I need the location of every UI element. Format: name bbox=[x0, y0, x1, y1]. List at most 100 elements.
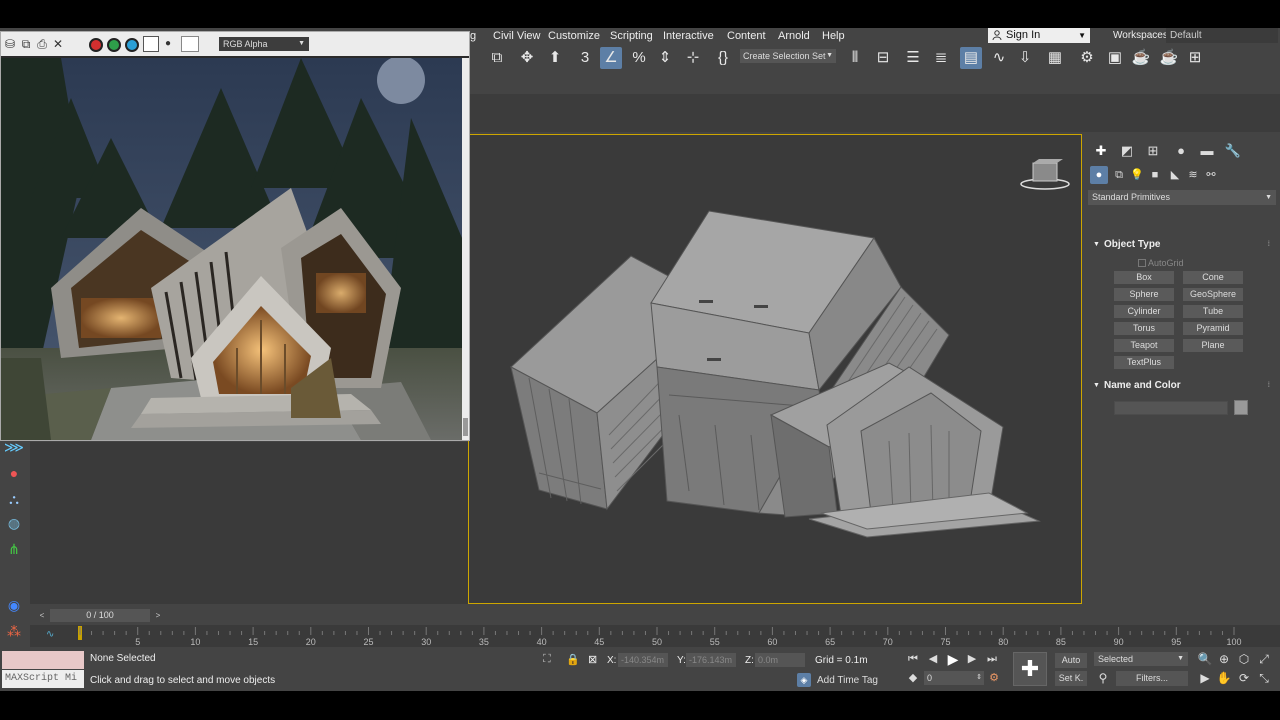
display-tab-icon[interactable]: ▬ bbox=[1196, 142, 1218, 160]
set-key-button[interactable]: Set K. bbox=[1055, 671, 1087, 686]
render-production-icon[interactable]: ☕ bbox=[1130, 47, 1152, 69]
x-coordinate-field[interactable]: -140.354m bbox=[618, 653, 668, 667]
cylinder-button[interactable]: Cylinder bbox=[1114, 305, 1174, 318]
z-coordinate-field[interactable]: 0.0m bbox=[755, 653, 805, 667]
go-to-start-icon[interactable]: ⏮ bbox=[905, 651, 921, 667]
next-frame-icon[interactable]: > bbox=[152, 609, 164, 622]
tube-button[interactable]: Tube bbox=[1183, 305, 1243, 318]
layer-explorer-icon[interactable]: ≣ bbox=[930, 47, 952, 69]
material-ball-icon[interactable]: ● bbox=[3, 462, 25, 484]
render-setup-icon[interactable]: ⚙ bbox=[1076, 47, 1098, 69]
spinner-snap-icon[interactable]: ⇕ bbox=[654, 47, 676, 69]
perspective-viewport[interactable] bbox=[468, 134, 1082, 604]
blue-channel-icon[interactable] bbox=[125, 38, 139, 52]
filters-button[interactable]: Filters... bbox=[1116, 671, 1188, 686]
utilities-tab-icon[interactable]: 🔧 bbox=[1222, 142, 1244, 160]
viewcube-icon[interactable] bbox=[1020, 159, 1070, 190]
sphere-button[interactable]: Sphere bbox=[1114, 288, 1174, 301]
close-icon[interactable]: ✕ bbox=[51, 37, 65, 51]
isolate-selection-icon[interactable]: ⛶ bbox=[543, 653, 551, 666]
key-filter-selection-dropdown[interactable]: Selected ▼ bbox=[1094, 652, 1188, 666]
time-slider-thumb[interactable]: 0 / 100 bbox=[50, 609, 150, 622]
monochrome-icon[interactable]: ● bbox=[161, 37, 175, 51]
cone-button[interactable]: Cone bbox=[1183, 271, 1243, 284]
hierarchy-tab-icon[interactable]: ⊞ bbox=[1142, 142, 1164, 160]
print-icon[interactable]: ⎙ bbox=[35, 37, 49, 51]
geosphere-button[interactable]: GeoSphere bbox=[1183, 288, 1243, 301]
color-swatch[interactable] bbox=[181, 36, 199, 52]
modify-tab-icon[interactable]: ◩ bbox=[1116, 142, 1138, 160]
motion-tab-icon[interactable]: ● bbox=[1170, 142, 1192, 160]
save-image-icon[interactable]: ⛁ bbox=[3, 37, 17, 51]
name-and-color-rollout-header[interactable]: ▼ Name and Color ⁞ bbox=[1090, 379, 1272, 393]
pan-hand-icon[interactable]: ✋ bbox=[1216, 670, 1232, 686]
geometry-icon[interactable]: ● bbox=[1090, 166, 1108, 184]
cameras-icon[interactable]: ■ bbox=[1146, 166, 1164, 184]
systems-icon[interactable]: ⚯ bbox=[1202, 166, 1220, 184]
add-time-tag-button[interactable]: Add Time Tag bbox=[817, 675, 878, 686]
teapot-button[interactable]: Teapot bbox=[1114, 339, 1174, 352]
mirror-icon[interactable]: ⫴ bbox=[844, 47, 866, 69]
object-color-swatch[interactable] bbox=[1234, 400, 1248, 415]
textplus-button[interactable]: TextPlus bbox=[1114, 356, 1174, 369]
menu-item-customize[interactable]: Customize bbox=[548, 28, 600, 44]
helpers-icon[interactable]: ◣ bbox=[1166, 166, 1184, 184]
menu-item-content[interactable]: Content bbox=[727, 28, 766, 44]
align-icon[interactable]: ⊟ bbox=[872, 47, 894, 69]
key-filters-icon[interactable]: ⚲ bbox=[1095, 670, 1111, 686]
render-active-icon[interactable]: ☕ bbox=[1158, 47, 1180, 69]
auto-key-button[interactable]: Auto bbox=[1055, 653, 1087, 668]
curve-editor-icon[interactable]: ∿ bbox=[988, 47, 1010, 69]
edit-named-sets-icon[interactable]: ⊹ bbox=[682, 47, 704, 69]
primitive-category-dropdown[interactable]: Standard Primitives ▼ bbox=[1088, 190, 1276, 205]
scrollbar-thumb[interactable] bbox=[463, 418, 468, 436]
autogrid-checkbox[interactable]: AutoGrid bbox=[1138, 257, 1218, 269]
sign-in-dropdown[interactable]: Sign In ▼ bbox=[988, 28, 1090, 43]
red-channel-icon[interactable] bbox=[89, 38, 103, 52]
snaps-toggle-icon[interactable]: 3 bbox=[574, 47, 596, 69]
object-type-rollout-header[interactable]: ▼ Object Type ⁞ bbox=[1090, 238, 1272, 252]
maximize-viewport-icon[interactable]: ⤡ bbox=[1256, 670, 1272, 686]
menu-item-arnold[interactable]: Arnold bbox=[778, 28, 810, 44]
ribbon-toggle-icon[interactable]: ▤ bbox=[960, 47, 982, 69]
previous-frame-icon[interactable]: ◀ bbox=[925, 651, 941, 667]
menu-item-civil-view[interactable]: Civil View bbox=[493, 28, 540, 44]
vertical-scrollbar[interactable] bbox=[462, 58, 469, 440]
material-editor-icon[interactable]: ▦ bbox=[1044, 47, 1066, 69]
zoom-extents-all-icon[interactable]: ⤢ bbox=[1256, 651, 1272, 667]
zoom-icon[interactable]: 🔍 bbox=[1197, 651, 1213, 667]
place-icon[interactable]: ⬆ bbox=[544, 47, 566, 69]
percent-snap-icon[interactable]: % bbox=[628, 47, 650, 69]
lock-icon[interactable]: 🔒 bbox=[566, 653, 580, 666]
y-coordinate-field[interactable]: -176.143m bbox=[686, 653, 736, 667]
space-warps-icon[interactable]: ≋ bbox=[1184, 166, 1202, 184]
create-selection-set-dropdown[interactable]: Create Selection Set ▼ bbox=[740, 49, 836, 63]
pyramid-button[interactable]: Pyramid bbox=[1183, 322, 1243, 335]
rendered-frame-window-icon[interactable]: ▣ bbox=[1104, 47, 1126, 69]
zoom-all-icon[interactable]: ⊕ bbox=[1216, 651, 1232, 667]
named-selection-icon[interactable]: {} bbox=[712, 47, 734, 69]
grass-icon[interactable]: ⋔ bbox=[3, 538, 25, 560]
display-channel-dropdown[interactable]: RGB Alpha ▼ bbox=[219, 37, 309, 51]
field-of-view-icon[interactable]: ▶ bbox=[1197, 670, 1213, 686]
particles-icon[interactable]: ⁂ bbox=[3, 620, 25, 642]
lights-icon[interactable]: 💡 bbox=[1128, 166, 1146, 184]
copy-image-icon[interactable]: ⧉ bbox=[19, 37, 33, 51]
absolute-mode-icon[interactable]: ⊠ bbox=[588, 653, 597, 666]
maxscript-mini-listener-input[interactable]: MAXScript Mi bbox=[2, 670, 84, 688]
schematic-view-icon[interactable]: ⇩ bbox=[1014, 47, 1036, 69]
sphere-icon[interactable]: ◉ bbox=[3, 594, 25, 616]
prev-frame-icon[interactable]: < bbox=[36, 609, 48, 622]
move-icon[interactable]: ✥ bbox=[516, 47, 538, 69]
time-tag-icon[interactable]: ◈ bbox=[797, 673, 811, 687]
object-name-input[interactable] bbox=[1114, 401, 1228, 415]
shapes-icon[interactable]: ⧉ bbox=[1110, 166, 1128, 184]
create-tab-icon[interactable]: ✚ bbox=[1090, 142, 1112, 160]
menu-item-truncated[interactable]: g bbox=[470, 28, 476, 44]
torus-button[interactable]: Torus bbox=[1114, 322, 1174, 335]
menu-item-interactive[interactable]: Interactive bbox=[663, 28, 714, 44]
zoom-extents-icon[interactable]: ⬡ bbox=[1236, 651, 1252, 667]
box-button[interactable]: Box bbox=[1114, 271, 1174, 284]
set-keys-icon[interactable]: ✚ bbox=[1013, 652, 1047, 686]
play-icon[interactable]: ▶ bbox=[945, 651, 961, 667]
